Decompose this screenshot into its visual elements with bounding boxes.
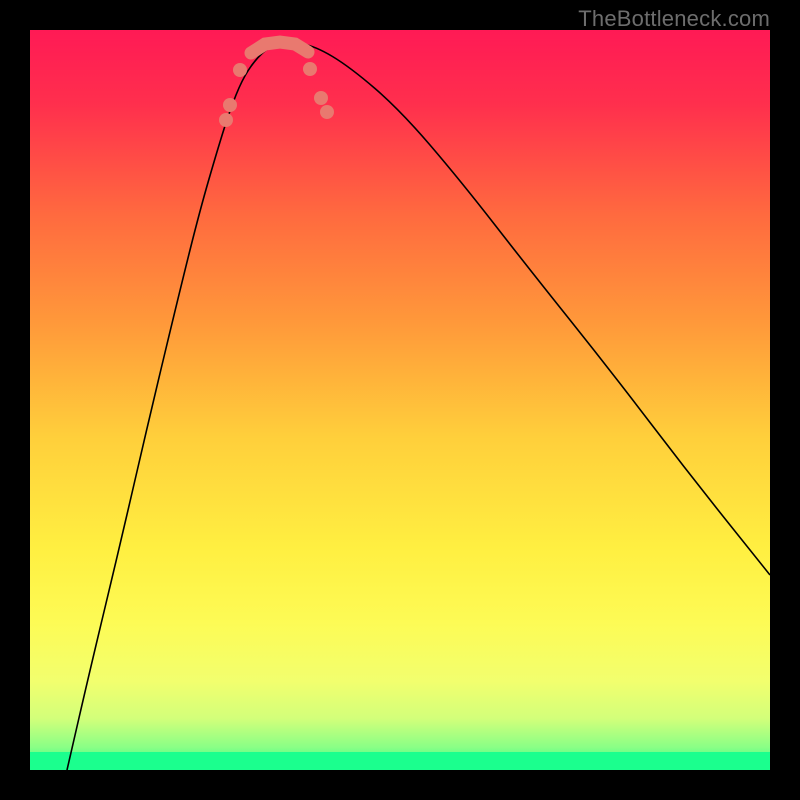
- plot-area: [30, 30, 770, 770]
- valley-worm: [251, 42, 308, 53]
- watermark-text: TheBottleneck.com: [578, 6, 770, 32]
- data-marker: [219, 113, 233, 127]
- chart-svg: [30, 30, 770, 770]
- data-marker: [223, 98, 237, 112]
- data-marker: [314, 91, 328, 105]
- data-marker: [303, 62, 317, 76]
- data-marker: [233, 63, 247, 77]
- data-marker: [320, 105, 334, 119]
- bottleneck-curve: [67, 43, 770, 770]
